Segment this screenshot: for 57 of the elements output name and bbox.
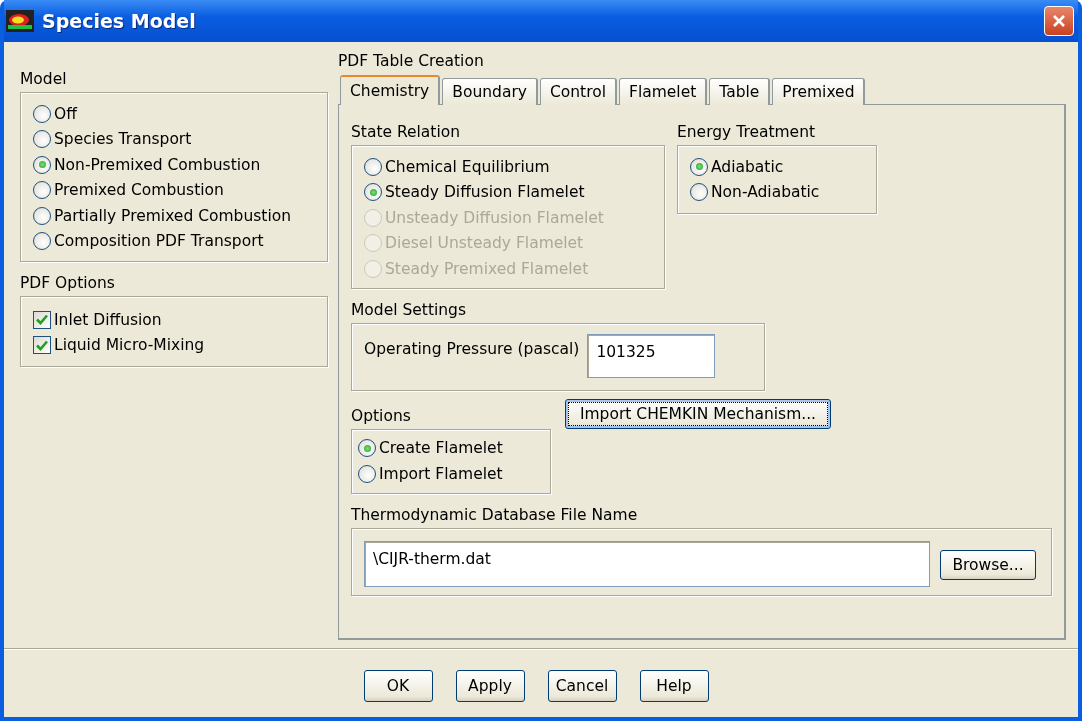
group-label: Options [351, 405, 412, 427]
tab[interactable]: Control [539, 78, 617, 105]
radio-option[interactable]: Adiabatic [690, 154, 864, 180]
group-label: State Relation [351, 122, 462, 143]
radio-button[interactable] [358, 439, 376, 458]
radio-button[interactable] [33, 206, 51, 225]
radio-button[interactable] [364, 183, 382, 202]
dialog-button[interactable]: OK [363, 670, 433, 702]
radio-button[interactable] [33, 104, 51, 123]
group-label: Energy Treatment [677, 122, 817, 143]
check-icon [36, 339, 48, 351]
file-name-field[interactable]: \CIJR-therm.dat [364, 540, 930, 587]
dialog-button[interactable]: Apply [455, 670, 525, 702]
checkbox[interactable] [33, 336, 51, 355]
dialog-button[interactable]: Help [639, 670, 709, 702]
radio-button[interactable] [364, 157, 382, 176]
radio-option[interactable]: Species Transport [33, 126, 315, 152]
radio-option[interactable]: Premixed Combustion [33, 177, 315, 203]
radio-option[interactable]: Non-Adiabatic [690, 179, 864, 205]
radio-button[interactable] [690, 183, 708, 202]
browse-button[interactable]: Browse... [940, 549, 1036, 580]
group-label: Model Settings [351, 299, 468, 321]
close-icon [1052, 14, 1066, 28]
check-icon [36, 314, 48, 326]
radio-option[interactable]: Create Flamelet [358, 435, 546, 461]
radio-option[interactable]: Off [33, 101, 315, 127]
dialog-button[interactable]: Cancel [547, 670, 617, 702]
radio-option[interactable]: Partially Premixed Combustion [33, 203, 315, 229]
radio-option[interactable]: Steady Diffusion Flamelet [364, 179, 652, 205]
group-label: Model [20, 69, 68, 90]
tab[interactable]: Premixed [772, 78, 866, 105]
field-label: Operating Pressure (pascal) [364, 338, 580, 358]
tab[interactable]: Flamelet [619, 78, 708, 105]
close-button[interactable] [1044, 6, 1074, 36]
radio-option[interactable]: Chemical Equilibrium [364, 154, 652, 180]
app-icon [6, 10, 34, 32]
group-label: PDF Table Creation [338, 51, 485, 72]
radio-button[interactable] [33, 232, 51, 251]
tab[interactable]: Table [709, 78, 771, 105]
checkbox[interactable] [33, 310, 51, 329]
checkbox-option[interactable]: Liquid Micro-Mixing [33, 332, 315, 358]
pressure-field[interactable]: 101325 [587, 333, 716, 378]
group-label: PDF Options [20, 273, 116, 294]
radio-option[interactable]: Import Flamelet [358, 461, 546, 487]
radio-button[interactable] [33, 181, 51, 200]
group-label: Thermodynamic Database File Name [351, 504, 639, 526]
import-chemkin-button[interactable]: Import CHEMKIN Mechanism... [565, 398, 831, 429]
tab[interactable]: Chemistry [340, 75, 441, 105]
radio-button[interactable] [33, 130, 51, 149]
checkbox-option[interactable]: Inlet Diffusion [33, 307, 315, 333]
radio-button[interactable] [33, 155, 51, 174]
window-title: Species Model [42, 10, 197, 32]
tab[interactable]: Boundary [442, 78, 538, 105]
radio-button[interactable] [690, 157, 708, 176]
radio-option[interactable]: Composition PDF Transport [33, 228, 315, 254]
radio-button[interactable] [358, 464, 376, 483]
radio-option[interactable]: Non-Premixed Combustion [33, 152, 315, 178]
